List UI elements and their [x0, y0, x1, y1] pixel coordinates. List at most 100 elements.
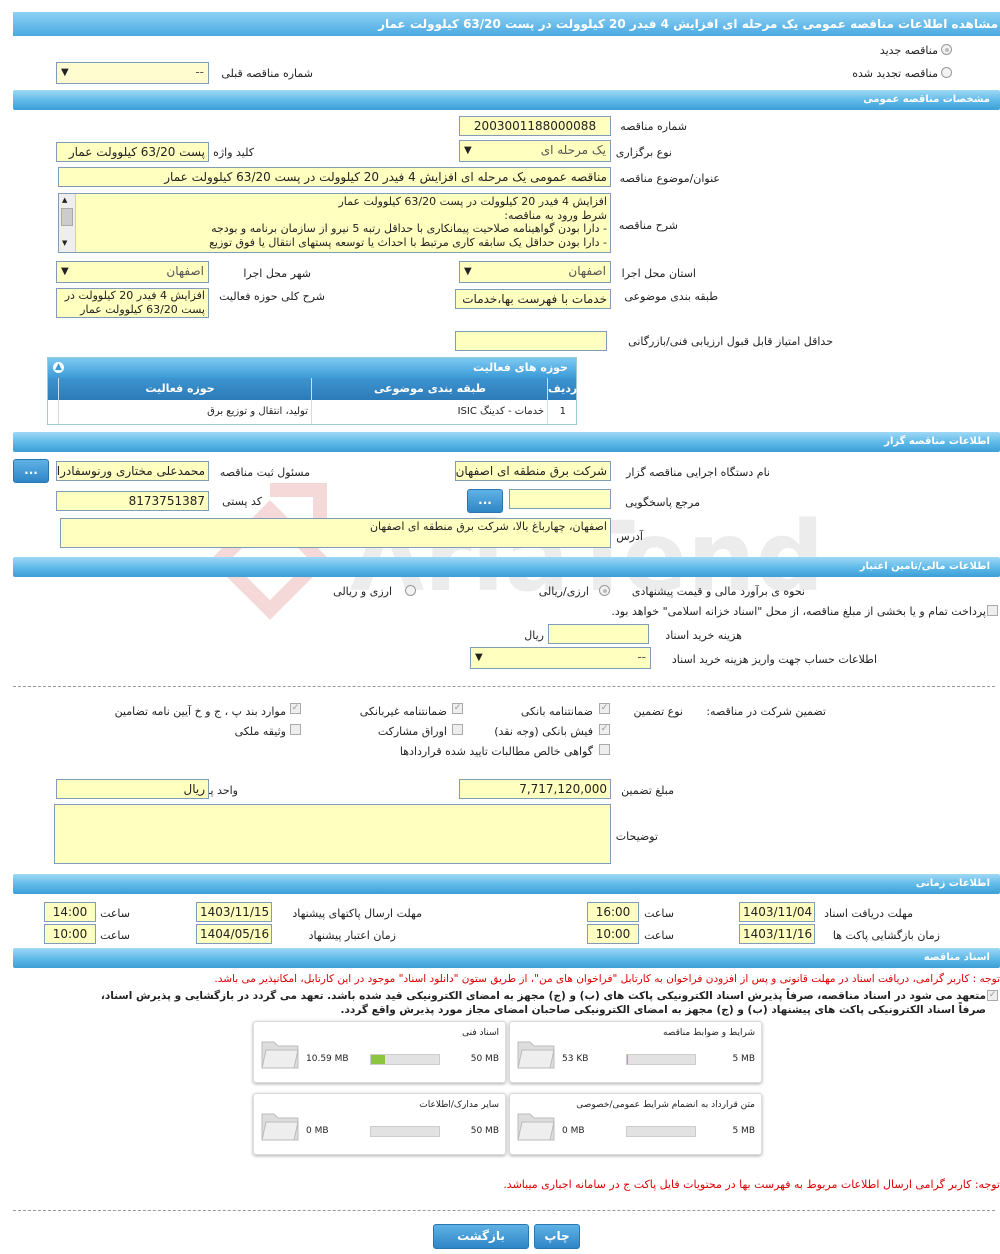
- bank-guarantee-checkbox[interactable]: ✓: [599, 703, 610, 714]
- activities-grid-header: حوزه های فعالیت ▲: [48, 358, 576, 378]
- number-label: شماره مناقصه: [620, 120, 687, 133]
- row-field: تولید، انتقال و توزیع برق: [207, 406, 308, 417]
- scroll-up-icon[interactable]: ▲: [62, 196, 67, 204]
- col-category: طبقه بندی موضوعی: [373, 382, 487, 395]
- ref-select-button[interactable]: ...: [467, 489, 503, 513]
- amount-label: مبلغ تضمین: [621, 784, 674, 797]
- address-field: اصفهان، چهارباغ بالا، شرکت برق منطقه ای …: [60, 518, 611, 548]
- doc-card-used: 0 MB: [562, 1126, 585, 1136]
- send-time-field: 14:00: [44, 902, 96, 922]
- activity-desc-line: افزایش 4 فیدر 20 کیلوولت در: [64, 289, 205, 302]
- doc-card-max: 5 MB: [732, 1054, 755, 1064]
- doc-card-max: 5 MB: [732, 1126, 755, 1136]
- city-value: اصفهان: [166, 264, 204, 278]
- province-value: اصفهان: [568, 264, 606, 278]
- ref-field: [509, 489, 611, 509]
- receipt-label: فیش بانکی (وجه نقد): [494, 725, 593, 738]
- estimate-label: نحوه ی برآورد مالی و قیمت پیشنهادی: [631, 585, 805, 598]
- divider: [13, 1210, 995, 1211]
- valid-label: زمان اعتبار پیشنهاد: [308, 929, 396, 942]
- estimate-rial-radio[interactable]: [599, 585, 610, 596]
- account-value: --: [637, 650, 646, 664]
- prev-number-value: --: [195, 65, 204, 79]
- doc-card-progress: [626, 1126, 696, 1137]
- table-row[interactable]: 1 خدمات - کدینگ ISIC تولید، انتقال و توز…: [48, 400, 576, 424]
- description-textarea[interactable]: ▲ ▼ افزایش 4 فیدر 20 کیلوولت در پست 63/2…: [58, 193, 611, 253]
- property-checkbox[interactable]: [290, 724, 301, 735]
- claims-checkbox[interactable]: [599, 744, 610, 755]
- holding-type-select[interactable]: یک مرحله ای ▼: [459, 140, 611, 162]
- city-select[interactable]: اصفهان ▼: [56, 261, 209, 283]
- documents-notice: توجه : کاربر گرامی، دریافت اسناد در مهلت…: [214, 973, 1000, 985]
- finance-section-header: اطلاعات مالی/تامین اعتبار: [13, 557, 1000, 577]
- doc-card-title: متن قرارداد به انضمام شرایط عمومی/خصوصی: [576, 1100, 755, 1110]
- rules-checkbox[interactable]: ✓: [290, 703, 301, 714]
- print-button[interactable]: چاپ: [534, 1224, 580, 1249]
- open-time-label: ساعت: [644, 929, 674, 942]
- doc-card-contract[interactable]: متن قرارداد به انضمام شرایط عمومی/خصوصی …: [509, 1093, 762, 1155]
- row-category: خدمات - کدینگ ISIC: [457, 406, 544, 417]
- open-time-field: 10:00: [587, 924, 639, 944]
- chevron-down-icon: ▼: [475, 652, 483, 663]
- doc-card-used: 10.59 MB: [306, 1054, 349, 1064]
- activity-desc-line: پست 63/20 کیلوولت عمار: [80, 303, 205, 316]
- col-field: حوزه فعالیت: [145, 382, 215, 395]
- currency-field: ریال: [56, 779, 209, 799]
- documents-section-header: اسناد مناقصه: [13, 948, 1000, 968]
- back-button[interactable]: بازگشت: [433, 1224, 529, 1249]
- prev-number-select[interactable]: -- ▼: [56, 62, 209, 84]
- col-row: ردیف: [548, 382, 578, 395]
- description-scrollbar[interactable]: ▲ ▼: [59, 194, 76, 252]
- doc-card-progress: [626, 1054, 696, 1065]
- min-score-label: حداقل امتیاز قابل قبول ارزیابی فنی/بازرگ…: [628, 335, 833, 348]
- doc-card-other[interactable]: سایر مدارک/اطلاعات 0 MB 50 MB: [253, 1093, 506, 1155]
- bank-guarantee-label: ضمانتنامه بانکی: [520, 705, 593, 718]
- timing-section-title: اطلاعات زمانی: [915, 878, 990, 889]
- treasury-checkbox[interactable]: [987, 605, 998, 616]
- new-tender-radio[interactable]: [941, 44, 952, 55]
- page: AriaTender.neT مشاهده اطلاعات مناقصه عمو…: [0, 0, 1000, 1254]
- scroll-thumb[interactable]: [61, 208, 73, 226]
- amount-field: 7,717,120,000: [459, 779, 611, 799]
- scroll-down-icon[interactable]: ▼: [62, 239, 67, 247]
- province-select[interactable]: اصفهان ▼: [459, 261, 611, 283]
- doc-card-technical[interactable]: اسناد فنی 10.59 MB 50 MB: [253, 1021, 506, 1083]
- province-label: استان محل اجرا: [621, 267, 696, 280]
- category-field: خدمات با فهرست بها،خدمات: [455, 289, 611, 309]
- rules-label: موارد بند پ ، ج و خ آیین نامه تضامین: [114, 705, 286, 718]
- org-label: نام دستگاه اجرایی مناقصه گزار: [626, 466, 770, 479]
- category-label: طبقه بندی موضوعی: [624, 290, 718, 303]
- bonds-label: اوراق مشارکت: [377, 725, 447, 738]
- open-label: زمان بازگشایی پاکت ها: [832, 929, 940, 942]
- renewed-tender-radio[interactable]: [941, 67, 952, 78]
- general-section-title: مشخصات مناقصه عمومی: [863, 94, 990, 105]
- receipt-checkbox[interactable]: ✓: [599, 724, 610, 735]
- commit-line-2: صرفاً اسناد الکترونیکی پاکت های پیشنهاد …: [340, 1004, 986, 1016]
- postal-field: 8173751387: [56, 491, 209, 511]
- collapse-icon[interactable]: ▲: [53, 362, 64, 373]
- activity-desc-label: شرح کلی حوزه فعالیت: [219, 290, 325, 303]
- account-select[interactable]: -- ▼: [470, 647, 651, 669]
- folder-icon: [261, 1041, 299, 1069]
- organizer-section-header: اطلاعات مناقصه گزار: [13, 432, 1000, 452]
- chevron-down-icon: ▼: [61, 266, 69, 277]
- renewed-tender-label: مناقصه تجدید شده: [852, 67, 938, 80]
- prev-number-label: شماره مناقصه قبلی: [221, 67, 313, 80]
- min-score-field: [455, 331, 607, 351]
- doc-card-terms[interactable]: شرایط و ضوابط مناقصه 53 KB 5 MB: [509, 1021, 762, 1083]
- bonds-checkbox[interactable]: [452, 724, 463, 735]
- receive-time-label: ساعت: [644, 907, 674, 920]
- guarantee-type-label: نوع تضمین: [633, 705, 683, 718]
- commit-checkbox[interactable]: ✓: [987, 990, 998, 1001]
- doc-card-title: سایر مدارک/اطلاعات: [419, 1100, 499, 1110]
- nonbank-guarantee-checkbox[interactable]: ✓: [452, 703, 463, 714]
- activities-grid: حوزه های فعالیت ▲ ردیف طبقه بندی موضوعی …: [47, 357, 577, 425]
- ref-label: مرجع پاسخگویی: [625, 496, 700, 509]
- receive-label: مهلت دریافت اسناد: [824, 907, 913, 920]
- registrar-select-button[interactable]: ...: [13, 459, 49, 483]
- estimate-currency-radio[interactable]: [405, 585, 416, 596]
- organizer-section-title: اطلاعات مناقصه گزار: [884, 436, 990, 447]
- open-date-field: 1403/11/16: [739, 924, 815, 944]
- new-tender-label: مناقصه جدید: [879, 44, 938, 57]
- estimate-currency-label: ارزی و ریالی: [333, 585, 392, 598]
